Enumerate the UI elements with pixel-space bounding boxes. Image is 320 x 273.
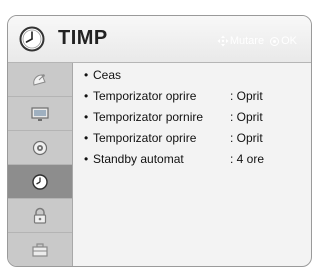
bullet: •: [84, 89, 89, 103]
menu-item-label: Temporizator pornire: [93, 110, 204, 124]
menu-item-value: : Oprit: [230, 89, 263, 103]
menu-item-value: : 4 ore: [230, 152, 265, 166]
bullet: •: [84, 152, 89, 166]
clock-icon: [32, 173, 48, 190]
menu-item-label: Ceas: [93, 68, 122, 82]
menu-item-label: Standby automat: [93, 152, 184, 166]
monitor-icon: [31, 106, 49, 121]
menu-item-value: : Oprit: [230, 131, 263, 145]
lock-icon: [33, 207, 47, 224]
menu-header: TIMP Mutare OK: [8, 16, 311, 63]
bullet: •: [84, 110, 89, 124]
briefcase-icon: [32, 242, 48, 257]
page-title: TIMP: [58, 27, 108, 49]
time-menu-window: TIMP Mutare OK • Ceas • Temporizator opr…: [7, 15, 312, 267]
bullet: •: [84, 131, 89, 145]
sidebar-item-time[interactable]: [8, 165, 72, 199]
ok-button-icon: [270, 36, 280, 46]
navigation-arrows-icon: [217, 35, 229, 47]
menu-item-label: Temporizator oprire: [93, 89, 197, 103]
sidebar-item-picture[interactable]: [8, 97, 72, 131]
menu-item-value: : Oprit: [230, 110, 263, 124]
sidebar-item-satellite[interactable]: [8, 63, 72, 97]
menu-item-label: Temporizator oprire: [93, 131, 197, 145]
hint-move-label: Mutare: [229, 35, 265, 47]
sidebar-item-options[interactable]: [8, 233, 72, 266]
hint-ok-label: OK: [281, 35, 297, 47]
bullet: •: [84, 68, 89, 82]
sidebar-item-lock[interactable]: [8, 199, 72, 233]
sidebar-item-audio[interactable]: [8, 131, 72, 165]
category-sidebar: [8, 63, 73, 266]
audio-icon: [32, 140, 48, 155]
hint-bar: Mutare OK: [217, 35, 297, 47]
satellite-dish-icon: [33, 73, 46, 86]
clock-icon: [19, 26, 45, 52]
